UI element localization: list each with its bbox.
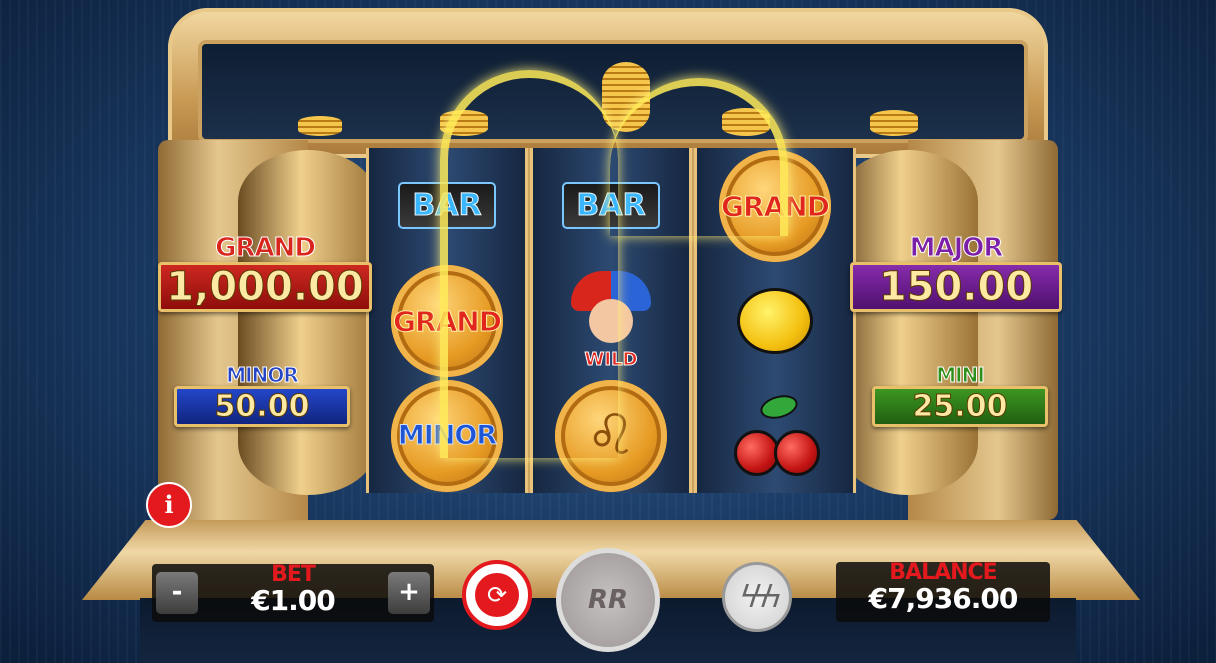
reel-drum-right [838, 150, 978, 495]
cherry-right [774, 429, 820, 476]
minor-jackpot-plaque: MINOR 50.00 [174, 364, 350, 427]
major-jackpot-plaque: MAJOR 150.00 [850, 234, 1062, 312]
turbo-button[interactable]: ϟϟϟ [722, 562, 792, 632]
minor-jackpot-label: MINOR [226, 363, 299, 387]
grand-jackpot-label: GRAND [215, 233, 317, 263]
bet-increase-button[interactable]: + [388, 572, 430, 614]
minor-jackpot-value: 50.00 [174, 386, 350, 427]
reel-drum-left [238, 150, 378, 495]
info-button[interactable]: i [146, 482, 192, 528]
grand-jackpot-plaque: GRAND 1,000.00 [158, 234, 372, 312]
autoplay-button[interactable]: ⟳ [462, 560, 532, 630]
spin-label: RR [587, 585, 629, 615]
major-jackpot-label: MAJOR [909, 233, 1004, 263]
autoplay-icon: ⟳ [475, 573, 519, 617]
cherry-icon [730, 390, 820, 476]
sparkle-trail [440, 70, 618, 458]
balance-panel: BALANCE €7,936.00 [836, 560, 1050, 622]
mini-jackpot-plaque: MINI 25.00 [872, 364, 1048, 427]
coin-display-window [198, 40, 1028, 143]
grand-jackpot-value: 1,000.00 [158, 262, 372, 312]
mini-jackpot-value: 25.00 [872, 386, 1048, 427]
mini-jackpot-label: MINI [936, 363, 986, 387]
lemon-icon [737, 287, 813, 354]
balance-value: €7,936.00 [868, 582, 1019, 615]
coin-stack [870, 110, 918, 136]
major-jackpot-value: 150.00 [850, 262, 1062, 312]
reel-3-symbol-3 [697, 378, 853, 493]
spin-button[interactable]: RR [556, 548, 660, 652]
bet-panel: - BET €1.00 + [152, 562, 434, 622]
cherry-leaf [757, 390, 801, 423]
reel-3-symbol-2 [697, 263, 853, 378]
coin-stack [298, 116, 342, 136]
lightning-icon: ϟϟϟ [739, 579, 782, 615]
